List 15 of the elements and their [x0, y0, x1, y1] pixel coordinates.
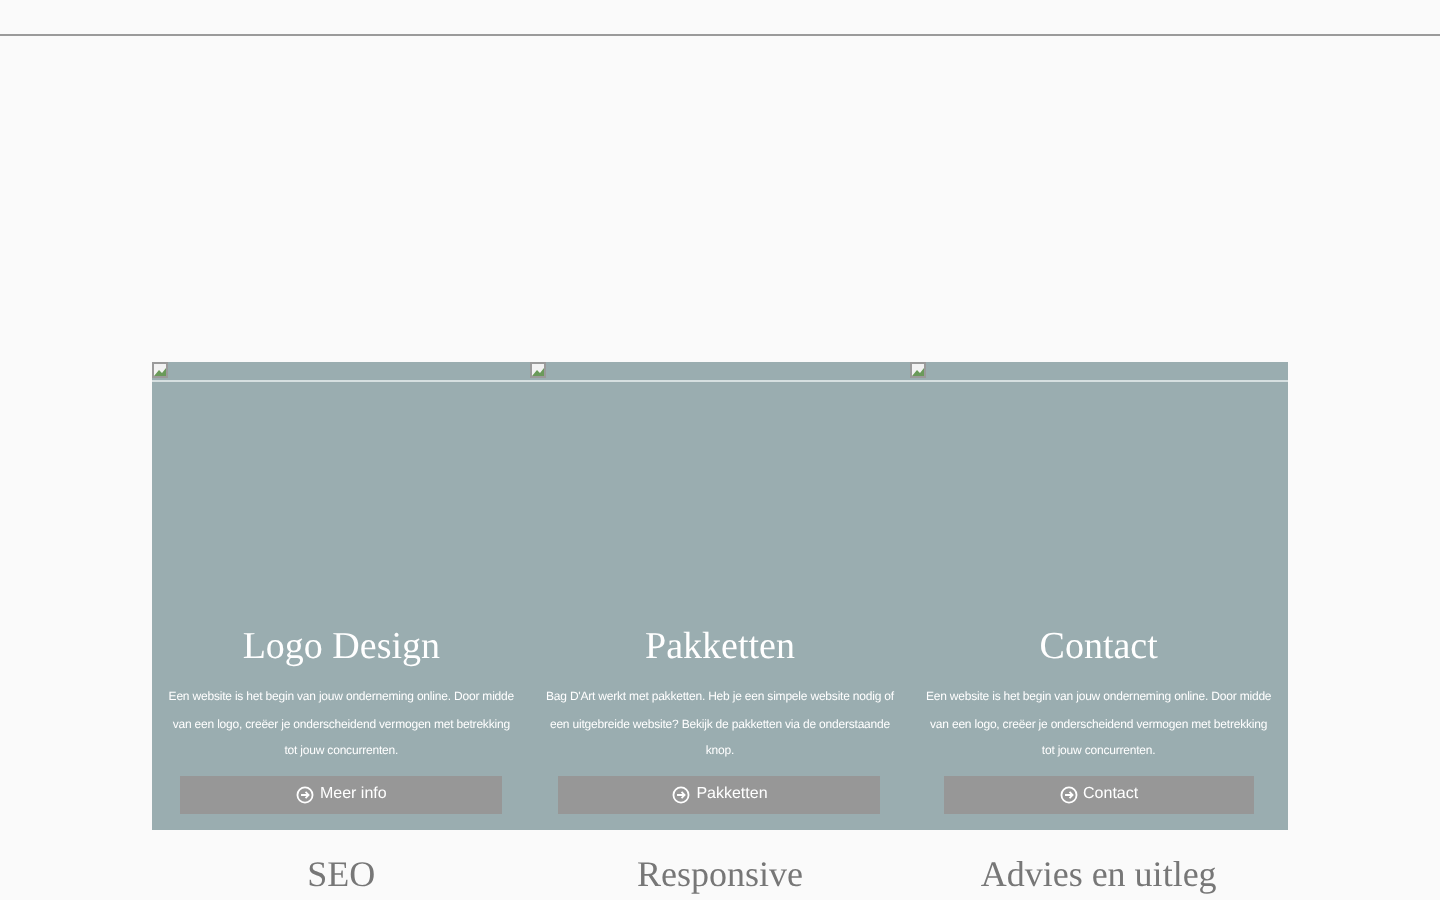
broken-image-icon	[530, 362, 547, 378]
card-title: Contact	[1039, 624, 1158, 672]
card-button[interactable]: Contact	[943, 775, 1254, 813]
arrow-circle-icon	[1059, 785, 1078, 803]
card-title: Logo Design	[242, 624, 440, 672]
card-title: Pakketten	[645, 624, 795, 672]
feature-title: SEO	[307, 854, 376, 896]
arrow-circle-icon	[295, 785, 314, 803]
card-button[interactable]: Meer info	[180, 775, 503, 813]
feature-title: Advies en uitleg	[980, 854, 1217, 896]
broken-image-icon	[909, 362, 926, 378]
feature-title: Responsive	[636, 854, 803, 896]
broken-image-icon	[152, 362, 168, 378]
arrow-circle-icon	[672, 785, 691, 803]
card-button[interactable]: Pakketten	[558, 775, 881, 813]
